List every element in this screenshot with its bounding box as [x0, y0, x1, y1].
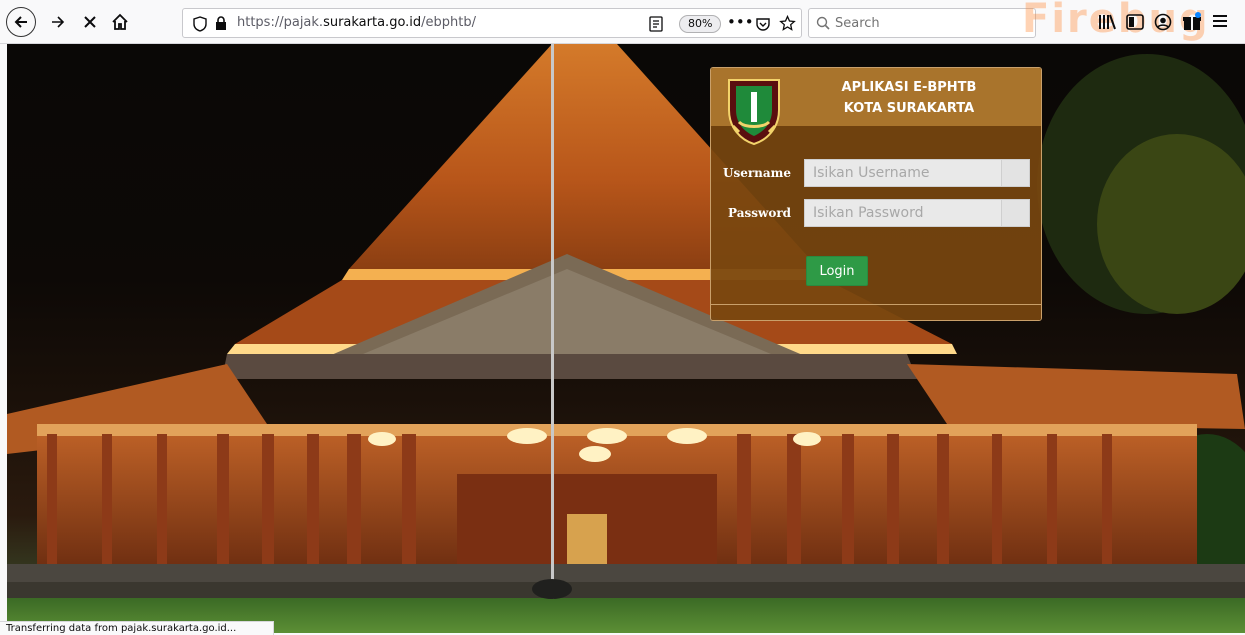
account-icon[interactable] — [1154, 13, 1172, 31]
url-bar[interactable]: https://pajak.surakarta.go.id/ebphtb/ 80… — [182, 8, 802, 38]
shield-icon[interactable] — [193, 16, 207, 32]
home-icon — [112, 13, 128, 30]
library-icon[interactable] — [1098, 14, 1116, 30]
username-input[interactable] — [805, 160, 1001, 186]
search-bar[interactable]: Search — [808, 8, 1036, 38]
search-icon — [816, 16, 830, 30]
sidebar-icon[interactable] — [1126, 14, 1144, 30]
page-background: APLIKASI E-BPHTB KOTA SURAKARTA Username… — [7, 44, 1245, 633]
close-icon — [84, 16, 96, 28]
zoom-level-badge[interactable]: 80% — [679, 15, 722, 33]
page-actions-icon[interactable]: ••• — [727, 13, 754, 31]
password-field[interactable] — [804, 199, 1030, 227]
arrow-right-icon — [52, 16, 65, 28]
menu-icon[interactable] — [1212, 14, 1228, 28]
arrow-left-icon — [14, 16, 27, 28]
url-text[interactable]: https://pajak.surakarta.go.id/ebphtb/ — [237, 15, 476, 30]
login-panel: APLIKASI E-BPHTB KOTA SURAKARTA Username… — [710, 67, 1042, 321]
login-button[interactable]: Login — [806, 256, 868, 286]
password-label: Password — [728, 206, 792, 220]
home-button[interactable] — [106, 8, 134, 36]
username-addon — [1001, 160, 1029, 186]
login-divider — [711, 304, 1041, 305]
pocket-icon[interactable] — [755, 16, 771, 32]
bookmark-star-icon[interactable] — [779, 15, 796, 32]
back-button[interactable] — [6, 7, 36, 37]
browser-toolbar: https://pajak.surakarta.go.id/ebphtb/ 80… — [0, 0, 1245, 44]
gift-icon[interactable] — [1182, 12, 1202, 32]
app-subtitle: KOTA SURAKARTA — [843, 101, 975, 116]
surakarta-emblem-icon — [728, 79, 780, 146]
password-addon — [1001, 200, 1029, 226]
pendopo-background-image — [7, 44, 1245, 633]
stop-button[interactable] — [76, 8, 104, 36]
search-placeholder: Search — [835, 16, 880, 31]
forward-button[interactable] — [44, 8, 72, 36]
reader-view-icon[interactable] — [649, 16, 663, 32]
app-title: APLIKASI E-BPHTB — [841, 80, 977, 95]
username-field[interactable] — [804, 159, 1030, 187]
lock-icon[interactable] — [215, 16, 227, 31]
username-label: Username — [723, 166, 792, 180]
password-input[interactable] — [805, 200, 1001, 226]
